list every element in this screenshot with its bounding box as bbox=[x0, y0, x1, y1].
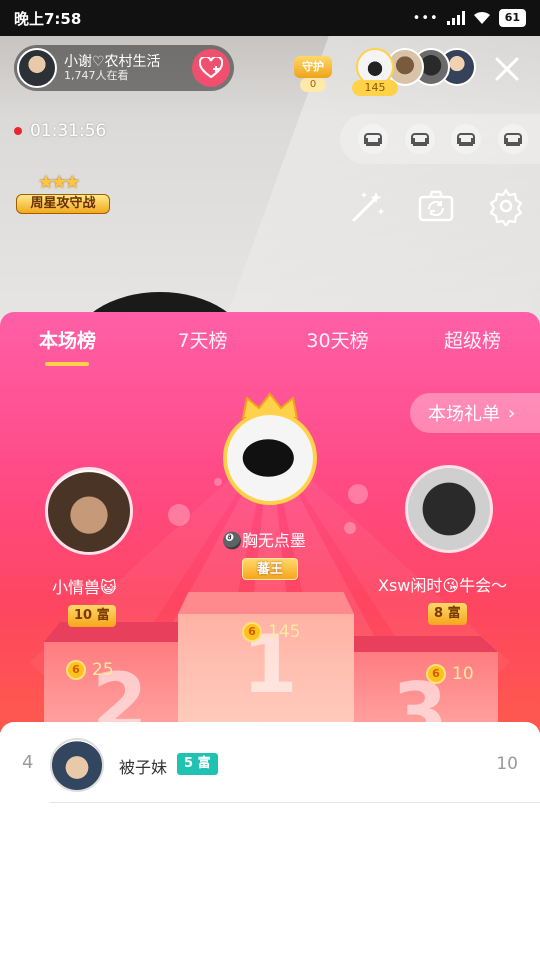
third-place-wealth-badge: 8 富 bbox=[428, 603, 467, 625]
active-tab-indicator bbox=[45, 362, 89, 366]
host-text: 小谢♡农村生活 1,747人在看 bbox=[64, 54, 161, 83]
ranking-panel: 本场榜 7天榜 30天榜 超级榜 本场礼单 › 1 2 3 🎱胸无点墨 蕃王 6… bbox=[0, 312, 540, 732]
host-avatar[interactable] bbox=[17, 48, 57, 88]
host-info[interactable]: 小谢♡农村生活 1,747人在看 bbox=[14, 45, 234, 91]
decor-bubble bbox=[348, 484, 368, 504]
tab-super[interactable]: 超级榜 bbox=[405, 326, 540, 356]
audience-contribution-badge: 145 bbox=[352, 80, 398, 96]
host-name: 小谢♡农村生活 bbox=[64, 53, 161, 70]
second-place-score: 6 25 bbox=[66, 660, 114, 680]
timer-text: 01:31:56 bbox=[30, 121, 107, 141]
weekly-badge-label: 周星攻守战 bbox=[16, 194, 110, 214]
viewer-count: 1,747人在看 bbox=[64, 68, 129, 82]
list-item[interactable]: 4 被子妹 5 富 10 bbox=[0, 736, 540, 792]
first-place-score-value: 145 bbox=[268, 622, 301, 642]
magic-wand-icon[interactable] bbox=[348, 186, 388, 226]
gift-list-button[interactable]: 本场礼单 › bbox=[410, 393, 540, 433]
list-item-avatar[interactable] bbox=[50, 738, 104, 792]
decor-bubble bbox=[344, 522, 356, 534]
coin-icon: 6 bbox=[242, 622, 262, 642]
podium-first-top bbox=[178, 592, 354, 614]
tab-30-days[interactable]: 30天榜 bbox=[270, 326, 405, 356]
status-bar: 晚上7:58 ••• 61 bbox=[0, 0, 540, 36]
recording-dot-icon bbox=[14, 127, 22, 135]
sofa-seat-icon[interactable] bbox=[404, 123, 436, 155]
first-place-avatar[interactable] bbox=[223, 411, 317, 505]
weekly-star-badge[interactable]: ★★★ 周星攻守战 bbox=[14, 170, 112, 222]
camera-flip-icon[interactable] bbox=[416, 186, 456, 226]
close-icon[interactable] bbox=[490, 52, 524, 86]
coin-icon: 6 bbox=[66, 660, 86, 680]
heart-plus-icon bbox=[199, 57, 223, 79]
notification-dots-icon: ••• bbox=[412, 10, 439, 26]
signal-icon bbox=[446, 11, 465, 25]
audience-avatars[interactable]: 145 bbox=[352, 48, 476, 96]
second-place-name: 小情兽😺 bbox=[52, 578, 117, 597]
third-place-name: Xsw闲时😘牛会～ bbox=[378, 576, 508, 595]
guard-label: 守护 bbox=[294, 56, 332, 78]
list-item-name: 被子妹 bbox=[119, 758, 168, 777]
decor-bubble bbox=[214, 478, 222, 486]
guard-count: 0 bbox=[300, 78, 326, 92]
ranking-tabs: 本场榜 7天榜 30天榜 超级榜 bbox=[0, 326, 540, 356]
status-time: 晚上7:58 bbox=[14, 9, 82, 28]
ranking-list: 4 被子妹 5 富 10 bbox=[0, 722, 540, 960]
battery-icon: 61 bbox=[498, 9, 526, 27]
follow-button[interactable] bbox=[192, 49, 230, 87]
gift-list-label: 本场礼单 bbox=[428, 404, 500, 425]
first-place-name: 🎱胸无点墨 bbox=[222, 531, 306, 550]
weekly-stars-icon: ★★★ bbox=[38, 172, 80, 193]
tab-7-days[interactable]: 7天榜 bbox=[135, 326, 270, 356]
coin-icon: 6 bbox=[426, 664, 446, 684]
list-item-wealth-badge: 5 富 bbox=[177, 753, 218, 775]
live-timer: 01:31:56 bbox=[14, 121, 106, 141]
second-place-wealth-badge: 10 富 bbox=[68, 605, 116, 627]
first-place-score: 6 145 bbox=[242, 622, 300, 642]
decor-bubble bbox=[168, 504, 190, 526]
third-place-avatar[interactable] bbox=[405, 465, 493, 553]
list-item-rank: 4 bbox=[22, 752, 34, 773]
tab-current-show[interactable]: 本场榜 bbox=[0, 326, 135, 356]
seat-row bbox=[340, 114, 540, 164]
third-place-score: 6 10 bbox=[426, 664, 474, 684]
podium-third-top bbox=[354, 636, 498, 652]
list-item-score: 10 bbox=[496, 754, 518, 774]
second-place-avatar[interactable] bbox=[45, 467, 133, 555]
wifi-icon bbox=[473, 11, 490, 24]
third-place-score-value: 10 bbox=[452, 664, 474, 684]
second-place-score-value: 25 bbox=[92, 660, 114, 680]
list-divider bbox=[50, 802, 540, 803]
chevron-right-icon: › bbox=[508, 402, 516, 424]
sofa-seat-icon[interactable] bbox=[497, 123, 529, 155]
first-place-title-badge: 蕃王 bbox=[242, 558, 298, 580]
gear-icon[interactable] bbox=[486, 186, 526, 226]
guard-badge[interactable]: 守护 0 bbox=[290, 48, 336, 92]
sofa-seat-icon[interactable] bbox=[450, 123, 482, 155]
sofa-seat-icon[interactable] bbox=[357, 123, 389, 155]
status-icons: ••• 61 bbox=[413, 9, 526, 27]
